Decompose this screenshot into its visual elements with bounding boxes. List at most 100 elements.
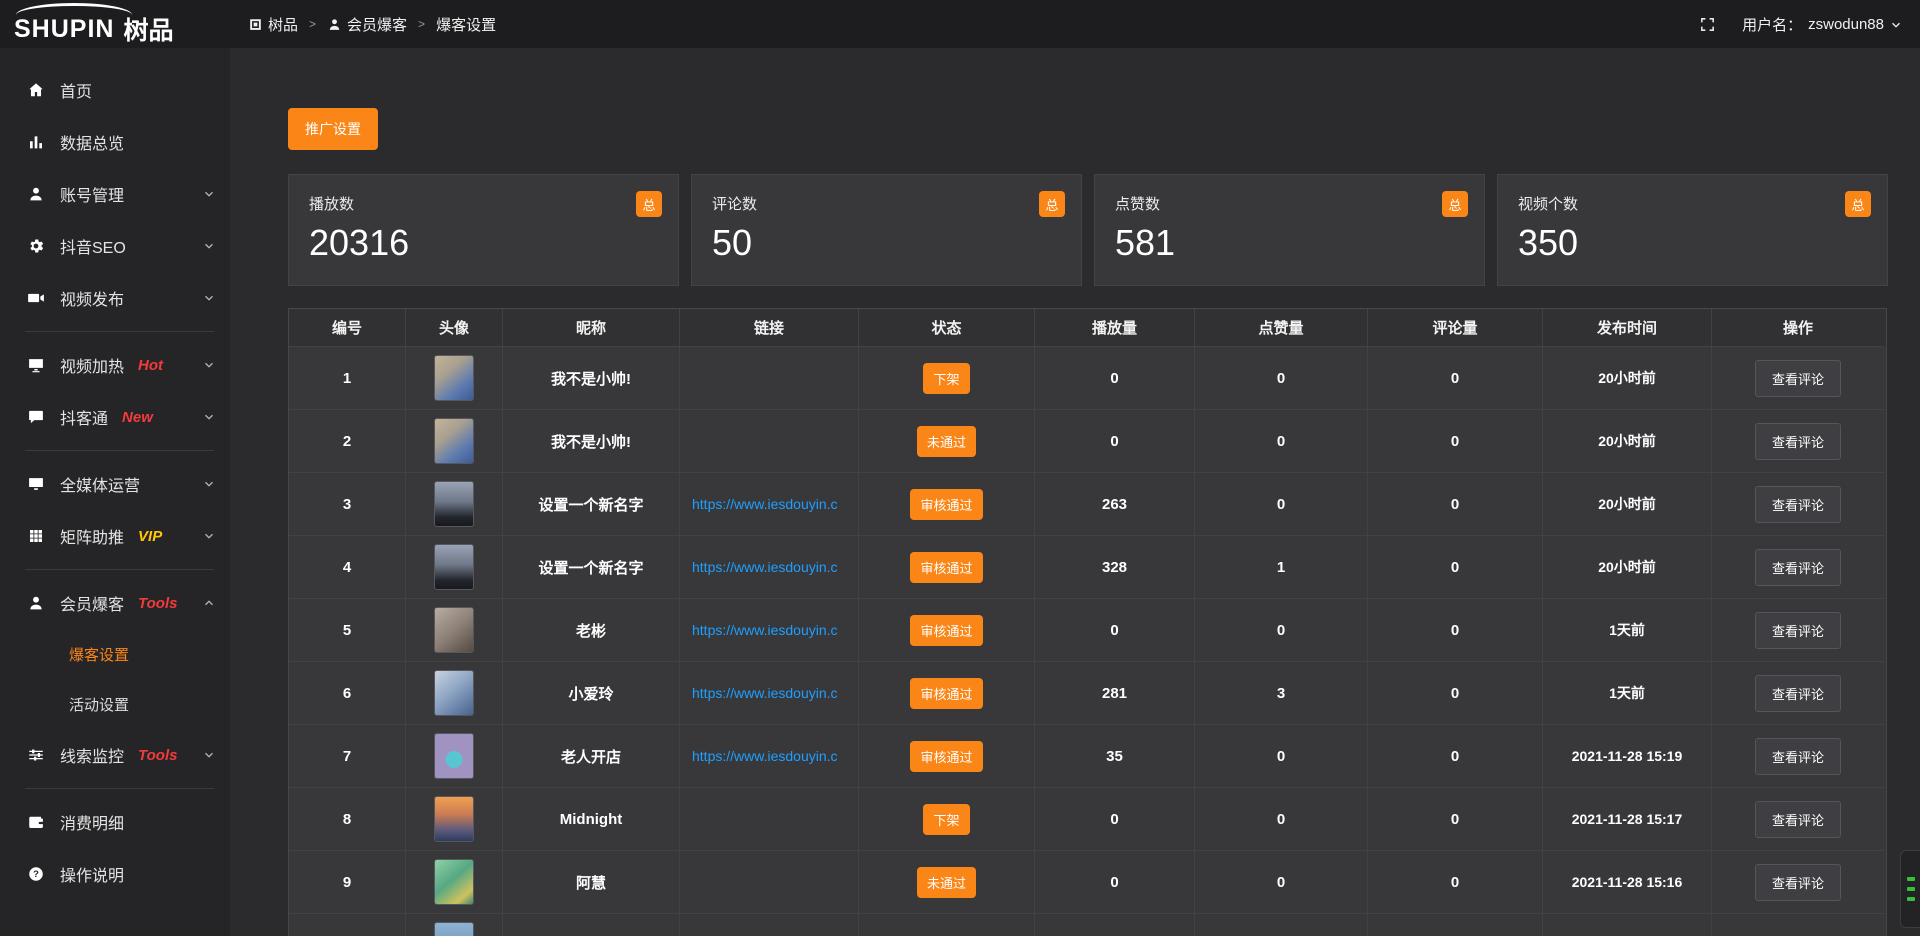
video-link[interactable] [680,410,859,473]
sidebar-subitem-label: 爆客设置 [69,644,129,665]
avatar-cell [406,662,503,725]
view-comments-button[interactable]: 查看评论 [1755,423,1841,460]
sidebar-item-label: 首页 [60,78,92,102]
home-icon [27,81,45,99]
sidebar-item-video-publish[interactable]: 视频发布 [0,272,230,324]
chevron-up-icon [203,597,215,609]
sidebar-item-all-media[interactable]: 全媒体运营 [0,458,230,510]
breadcrumb-item-burst-settings[interactable]: 爆客设置 [436,14,496,35]
view-comments-button[interactable]: 查看评论 [1755,675,1841,712]
table-header-cell: 播放量 [1035,309,1195,347]
sidebar-item-account-manage[interactable]: 账号管理 [0,168,230,220]
user-icon [27,185,45,203]
comments-cell: 0 [1368,410,1543,473]
sidebar-item-label: 线索监控 [60,743,124,767]
promo-settings-button[interactable]: 推广设置 [288,108,378,150]
sidebar-item-home[interactable]: 首页 [0,64,230,116]
chevron-down-icon [203,292,215,304]
view-comments-button[interactable]: 查看评论 [1755,801,1841,838]
sidebar-item-clue-monitor[interactable]: 线索监控 Tools [0,729,230,781]
comments-cell: 0 [1368,725,1543,788]
view-comments-button[interactable]: 查看评论 [1755,486,1841,523]
floating-contact-widget[interactable] [1900,850,1920,928]
avatar-cell [406,914,503,936]
grid-icon [27,527,45,545]
breadcrumb-item-member-burst[interactable]: 会员爆客 [327,14,407,35]
likes-cell: 0 [1195,788,1368,851]
nickname-cell: 阿慧 [503,851,680,914]
plays-cell: 0 [1035,788,1195,851]
view-comments-button[interactable]: 查看评论 [1755,738,1841,775]
table-row: 4设置一个新名字https://www.iesdouyin.c审核通过32810… [289,536,1886,599]
stat-card-label: 点赞数 [1115,193,1464,214]
video-link[interactable] [680,788,859,851]
video-link[interactable] [680,851,859,914]
sidebar-item-help-guide[interactable]: ?操作说明 [0,848,230,900]
total-badge: 总 [1039,191,1065,217]
sidebar-item-member-burst[interactable]: 会员爆客Tools [0,577,230,629]
table-header-cell: 编号 [289,309,406,347]
nickname-cell: 我不是小帅! [503,347,680,410]
video-link[interactable]: https://www.iesdouyin.c [680,473,859,536]
sidebar-subitem-activity-settings[interactable]: 活动设置 [0,679,230,729]
table-row [289,914,1886,936]
plays-cell: 35 [1035,725,1195,788]
main-content: 推广设置 播放数20316总评论数50总点赞数581总视频个数350总 编号头像… [230,48,1920,936]
svg-text:?: ? [33,869,39,879]
view-comments-button[interactable]: 查看评论 [1755,864,1841,901]
video-link[interactable] [680,347,859,410]
sidebar-item-douketong[interactable]: 抖客通New [0,391,230,443]
video-link[interactable]: https://www.iesdouyin.c [680,599,859,662]
user-menu[interactable]: 用户名：zswodun88 [1742,14,1902,35]
row-number: 8 [289,788,406,851]
sidebar-item-data-overview[interactable]: 数据总览 [0,116,230,168]
comments-cell: 0 [1368,347,1543,410]
table-header-cell: 操作 [1712,309,1884,347]
sidebar-item-douyin-seo[interactable]: 抖音SEO [0,220,230,272]
total-badge: 总 [636,191,662,217]
comments-cell [1368,914,1543,936]
status-cell: 下架 [859,347,1035,410]
likes-cell: 0 [1195,473,1368,536]
sidebar: 首页数据总览账号管理抖音SEO视频发布视频加热Hot抖客通New全媒体运营矩阵助… [0,48,230,936]
chevron-down-icon [203,359,215,371]
chevron-down-icon [1890,19,1902,31]
sidebar-subitem-burst-settings[interactable]: 爆客设置 [0,629,230,679]
publish-time-cell: 20小时前 [1543,410,1712,473]
sidebar-item-video-heat[interactable]: 视频加热Hot [0,339,230,391]
video-link[interactable]: https://www.iesdouyin.c [680,662,859,725]
view-comments-button[interactable]: 查看评论 [1755,612,1841,649]
action-cell: 查看评论 [1712,725,1884,788]
sidebar-item-matrix-boost[interactable]: 矩阵助推VIP [0,510,230,562]
video-link[interactable] [680,914,859,936]
publish-time-cell: 2021-11-28 15:17 [1543,788,1712,851]
likes-cell: 0 [1195,725,1368,788]
publish-time-cell: 20小时前 [1543,347,1712,410]
breadcrumb-item-shupin[interactable]: 树品 [248,14,298,35]
likes-cell: 0 [1195,851,1368,914]
sidebar-badge-tools: Tools [138,595,177,612]
gear-icon [27,237,45,255]
view-comments-button[interactable]: 查看评论 [1755,360,1841,397]
sidebar-badge-tools: Tools [138,747,177,764]
status-cell: 审核通过 [859,599,1035,662]
likes-cell: 3 [1195,662,1368,725]
fullscreen-icon[interactable] [1699,16,1716,33]
sidebar-item-expense-detail[interactable]: 消费明细 [0,796,230,848]
action-cell: 查看评论 [1712,662,1884,725]
sidebar-badge-hot: Hot [138,357,163,374]
video-link[interactable]: https://www.iesdouyin.c [680,536,859,599]
plays-cell: 0 [1035,347,1195,410]
breadcrumb-label: 爆客设置 [436,14,496,35]
app-square-icon [248,17,263,32]
likes-cell: 0 [1195,347,1368,410]
view-comments-button[interactable]: 查看评论 [1755,549,1841,586]
sidebar-item-label: 矩阵助推 [60,524,124,548]
chevron-down-icon [203,188,215,200]
stat-card: 评论数50总 [691,174,1082,286]
breadcrumb-separator: > [309,17,316,31]
sidebar-subitem-label: 活动设置 [69,694,129,715]
video-link[interactable]: https://www.iesdouyin.c [680,725,859,788]
widget-dot-icon [1907,897,1915,901]
table-header-row: 编号头像昵称链接状态播放量点赞量评论量发布时间操作 [289,309,1886,347]
